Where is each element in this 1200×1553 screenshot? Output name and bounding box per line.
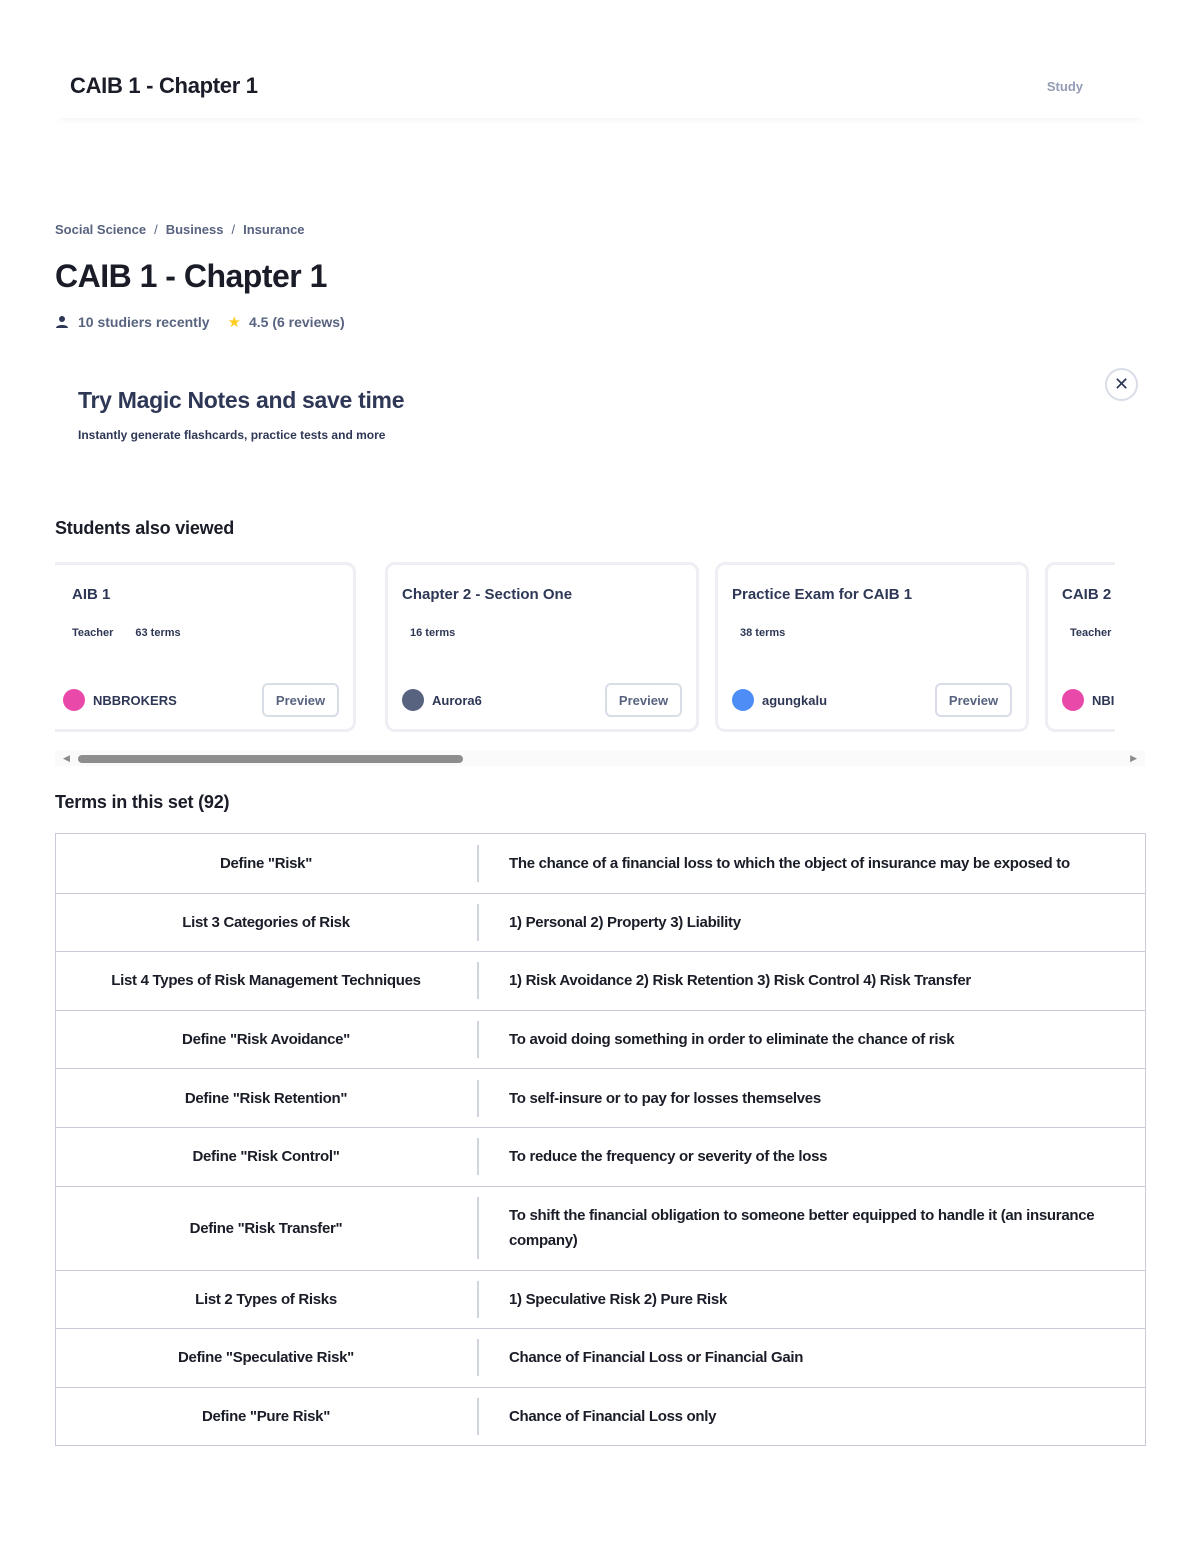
study-set-card[interactable]: Practice Exam for CAIB 1 38 terms agungk…	[715, 562, 1029, 732]
term-row: Define "Pure Risk" Chance of Financial L…	[56, 1386, 1145, 1446]
carousel-scrollbar[interactable]: ◀ ▶	[55, 750, 1145, 766]
studiers-count: 10 studiers recently	[78, 314, 210, 330]
card-meta: Teacher 63 terms	[72, 627, 181, 639]
card-meta: 16 terms	[410, 627, 455, 639]
term-word: Define "Speculative Risk"	[178, 1349, 354, 1367]
avatar	[63, 689, 85, 711]
preview-button[interactable]: Preview	[262, 683, 339, 717]
term-definition: The chance of a financial loss to which …	[477, 844, 1145, 882]
author-name: Aurora6	[432, 692, 482, 708]
term-definition: To self-insure or to pay for losses them…	[477, 1079, 1145, 1117]
breadcrumb-social-science[interactable]: Social Science	[55, 222, 146, 237]
terms-table: Define "Risk" The chance of a financial …	[55, 833, 1146, 1447]
term-definition: 1) Personal 2) Property 3) Liability	[477, 903, 1145, 941]
person-icon	[56, 316, 68, 328]
breadcrumb-insurance[interactable]: Insurance	[243, 222, 304, 237]
breadcrumb-separator: /	[154, 222, 158, 237]
term-row: Define "Speculative Risk" Chance of Fina…	[56, 1328, 1145, 1387]
term-definition: To avoid doing something in order to eli…	[477, 1021, 1145, 1059]
card-title: AIB 1	[72, 586, 111, 603]
scroll-left-icon[interactable]: ◀	[63, 753, 70, 764]
promo-subtitle: Instantly generate flashcards, practice …	[78, 428, 386, 442]
scroll-right-icon[interactable]: ▶	[1130, 753, 1137, 764]
top-bar: CAIB 1 - Chapter 1 Study	[55, 60, 1145, 118]
breadcrumb-separator: /	[231, 222, 236, 237]
teacher-badge: Teacher	[72, 627, 114, 639]
term-word: Define "Risk Retention"	[184, 1089, 348, 1107]
card-term-count: 63 terms	[135, 627, 181, 639]
header-title: CAIB 1 - Chapter 1	[70, 73, 258, 98]
author-name: NBI	[1092, 692, 1115, 708]
term-word: Define "Risk"	[219, 854, 313, 872]
also-viewed-heading: Students also viewed	[55, 518, 235, 538]
term-word: List 4 Types of Risk Management Techniqu…	[111, 972, 421, 990]
term-row: List 4 Types of Risk Management Techniqu…	[56, 951, 1145, 1010]
author-name: agungkalu	[762, 692, 828, 708]
card-author: NBI	[1062, 689, 1114, 711]
term-row: List 3 Categories of Risk 1) Personal 2)…	[56, 892, 1145, 952]
set-meta: 10 studiers recently ★ 4.5 (6 reviews)	[55, 313, 345, 331]
term-definition: Chance of Financial Loss only	[477, 1398, 1145, 1436]
term-row: Define "Risk Control" To reduce the freq…	[56, 1126, 1145, 1186]
term-definition: 1) Speculative Risk 2) Pure Risk	[477, 1280, 1145, 1318]
card-term-count: 16 terms	[410, 627, 456, 639]
scroll-thumb[interactable]	[78, 755, 463, 763]
term-word: Define "Risk Control"	[192, 1148, 340, 1166]
close-icon[interactable]: ✕	[1105, 368, 1138, 401]
term-row: Define "Risk Retention" To self-insure o…	[56, 1068, 1145, 1127]
promo-title[interactable]: Try Magic Notes and save time	[78, 387, 405, 414]
term-row: Define "Risk" The chance of a financial …	[56, 834, 1145, 893]
card-meta: 38 terms	[740, 627, 785, 639]
page-title: CAIB 1 - Chapter 1	[55, 258, 327, 294]
card-author: NBBROKERS	[63, 689, 177, 711]
author-name: NBBROKERS	[93, 692, 177, 708]
term-definition: To reduce the frequency or severity of t…	[477, 1138, 1145, 1176]
term-definition: 1) Risk Avoidance 2) Risk Retention 3) R…	[477, 962, 1145, 1000]
term-definition: To shift the financial obligation to som…	[477, 1197, 1145, 1260]
term-word: List 2 Types of Risks	[195, 1290, 337, 1308]
avatar	[732, 689, 754, 711]
term-row: Define "Risk Transfer" To shift the fina…	[56, 1185, 1145, 1270]
card-author: agungkalu	[732, 689, 827, 711]
term-word: Define "Risk Transfer"	[189, 1219, 343, 1237]
term-word: List 3 Categories of Risk	[182, 913, 350, 931]
breadcrumb: Social Science / Business / Insurance	[55, 222, 305, 237]
card-title: CAIB 2	[1062, 586, 1112, 603]
study-button[interactable]: Study	[1047, 79, 1083, 94]
preview-button[interactable]: Preview	[605, 683, 682, 717]
term-row: List 2 Types of Risks 1) Speculative Ris…	[56, 1269, 1145, 1329]
study-set-card[interactable]: AIB 1 Teacher 63 terms NBBROKERS Preview	[55, 562, 356, 732]
study-set-card[interactable]: CAIB 2 Teacher NBI	[1045, 562, 1115, 732]
also-viewed-carousel: AIB 1 Teacher 63 terms NBBROKERS Preview…	[55, 560, 1115, 735]
avatar	[402, 689, 424, 711]
term-word: Define "Pure Risk"	[201, 1408, 331, 1426]
breadcrumb-business[interactable]: Business	[166, 222, 224, 237]
card-author: Aurora6	[402, 689, 482, 711]
card-term-count: 38 terms	[740, 627, 786, 639]
rating-text[interactable]: 4.5 (6 reviews)	[249, 314, 345, 330]
preview-button[interactable]: Preview	[935, 683, 1012, 717]
term-word: Define "Risk Avoidance"	[182, 1031, 350, 1049]
avatar	[1062, 689, 1084, 711]
card-meta: Teacher	[1070, 627, 1111, 639]
term-definition: Chance of Financial Loss or Financial Ga…	[477, 1339, 1145, 1377]
card-title: Chapter 2 - Section One	[402, 586, 573, 603]
term-row: Define "Risk Avoidance" To avoid doing s…	[56, 1009, 1145, 1069]
study-set-card[interactable]: Chapter 2 - Section One 16 terms Aurora6…	[385, 562, 699, 732]
terms-heading: Terms in this set (92)	[55, 792, 230, 812]
teacher-badge: Teacher	[1070, 627, 1112, 639]
star-icon: ★	[227, 314, 241, 331]
card-title: Practice Exam for CAIB 1	[732, 586, 913, 603]
